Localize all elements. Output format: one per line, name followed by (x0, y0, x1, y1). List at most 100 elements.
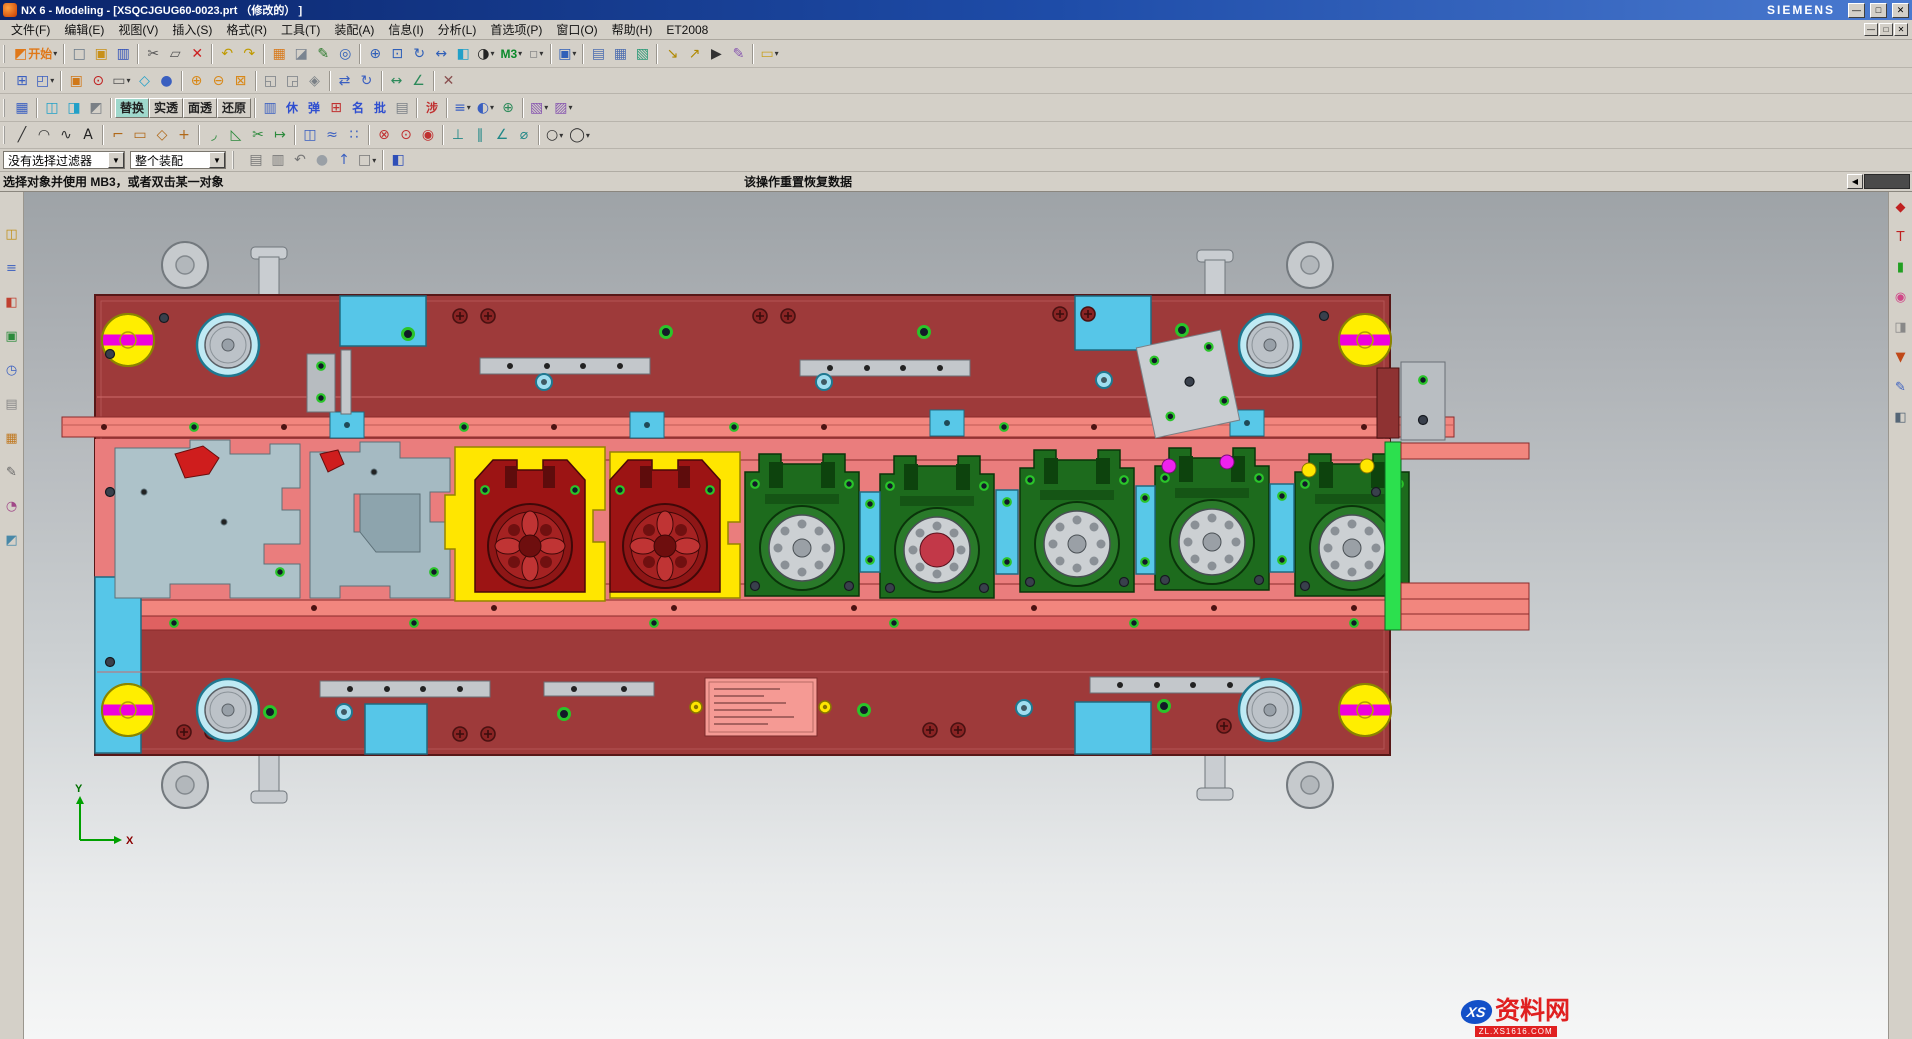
prompt-scroll-left-button[interactable]: ◀ (1847, 174, 1863, 189)
stock-guide-green[interactable] (1385, 442, 1401, 630)
maximize-button[interactable]: □ (1870, 3, 1887, 18)
zoom-icon[interactable]: ⊕ (364, 43, 386, 65)
leader-note-icon[interactable]: ↘ (661, 43, 683, 65)
window-group-icon[interactable]: ▨▾ (551, 97, 575, 119)
battery-icon[interactable]: ▮ (1891, 257, 1911, 277)
measure-angle-icon[interactable]: ∠ (408, 70, 430, 92)
deselect-all-icon[interactable]: ↶ (289, 149, 311, 171)
select-arrow-icon[interactable]: ▶ (705, 43, 727, 65)
mdi-close-button[interactable]: ✕ (1894, 23, 1908, 36)
solid-translucent-button[interactable]: 实透 (149, 98, 183, 118)
sheet-metal-strip[interactable] (115, 440, 450, 598)
replace-button[interactable]: 替换 (115, 98, 149, 118)
background-color-icon[interactable]: ▫▾ (525, 43, 547, 65)
midpoint-icon[interactable]: ◉ (417, 124, 439, 146)
delete-icon[interactable]: ✕ (186, 43, 208, 65)
dropdown-arrow-icon[interactable]: ▾ (490, 103, 494, 112)
highlight-ball-icon[interactable]: ● (311, 149, 333, 171)
face-display-icon[interactable]: ◫ (41, 97, 63, 119)
guide-bushing[interactable] (1239, 314, 1301, 376)
mdi-restore-button[interactable]: □ (1879, 23, 1893, 36)
dropdown-arrow-icon[interactable]: ▾ (518, 49, 522, 58)
datum-arrow-icon[interactable]: ↗ (683, 43, 705, 65)
parallel-constraint-icon[interactable]: ∥ (469, 124, 491, 146)
close-button[interactable]: ✕ (1892, 3, 1909, 18)
fillet-icon[interactable]: ◞ (203, 124, 225, 146)
prev-selection-icon[interactable]: ▥ (267, 149, 289, 171)
assembly-cube-icon[interactable]: ◧ (387, 149, 409, 171)
view-preset-button[interactable]: M3▾ (498, 43, 526, 65)
dropdown-arrow-icon[interactable]: ▾ (559, 131, 563, 140)
key-icon[interactable]: ◆ (1891, 197, 1911, 217)
move-object-icon[interactable]: ⇄ (334, 70, 356, 92)
reuse-library-icon[interactable]: ▣ (2, 326, 22, 346)
profile-icon[interactable]: ⌐ (107, 124, 129, 146)
dropdown-arrow-icon[interactable]: ▾ (53, 49, 57, 58)
display-mode-icon[interactable]: ◰▾ (33, 70, 57, 92)
angle-dimension-icon[interactable]: ∠ (491, 124, 513, 146)
beads-icon[interactable]: ◉ (1891, 287, 1911, 307)
dropdown-arrow-icon[interactable]: ▾ (539, 49, 543, 58)
menu-format[interactable]: 格式(R) (219, 19, 274, 40)
die-station-1[interactable] (475, 460, 585, 592)
history-icon[interactable]: ◷ (2, 360, 22, 380)
show-hide-icon[interactable]: ◐▾ (474, 97, 497, 119)
datum-plane-icon[interactable]: ◪ (290, 43, 312, 65)
fit-view-icon[interactable]: ⊡ (386, 43, 408, 65)
annotation-icon[interactable]: ▭▾ (757, 43, 781, 65)
studio-sphere-icon[interactable]: ● (156, 70, 178, 92)
toolbar-grip[interactable] (3, 99, 7, 117)
suppress-button[interactable]: 休 (281, 97, 303, 119)
dropdown-arrow-icon[interactable]: ▾ (372, 156, 376, 165)
roles-icon[interactable]: ◔ (2, 496, 22, 516)
polygon-icon[interactable]: ◇ (151, 124, 173, 146)
die-station-2[interactable] (610, 460, 720, 592)
orient-isometric-icon[interactable]: ◈ (304, 70, 326, 92)
flat-head-screw[interactable] (162, 242, 208, 288)
flat-head-screw[interactable] (1287, 242, 1333, 288)
format-painter-icon[interactable]: ✎ (727, 43, 749, 65)
die-station-3[interactable] (745, 454, 859, 596)
new-file-icon[interactable]: □ (68, 43, 90, 65)
point-on-curve-icon[interactable]: ⊙ (395, 124, 417, 146)
line-icon[interactable]: ╱ (11, 124, 33, 146)
flat-head-screw[interactable] (162, 762, 208, 808)
rectangle-style-icon[interactable]: ▭▾ (109, 70, 133, 92)
view-layout-icon[interactable]: ⊞ (11, 70, 33, 92)
arc-icon[interactable]: ◠ (33, 124, 55, 146)
flat-head-screw[interactable] (1287, 762, 1333, 808)
constraint-navigator-icon[interactable]: ≡ (2, 258, 22, 278)
pattern-curve-icon[interactable]: ∷ (343, 124, 365, 146)
sketch-point-icon[interactable]: + (173, 124, 195, 146)
guide-bushing[interactable] (197, 679, 259, 741)
dropdown-arrow-icon[interactable]: ▾ (126, 76, 130, 85)
lifter[interactable] (1339, 684, 1391, 736)
lifter[interactable] (102, 684, 154, 736)
command-finder-icon[interactable]: ◎ (334, 43, 356, 65)
dropdown-arrow-icon[interactable]: ▾ (544, 103, 548, 112)
dropdown-arrow-icon[interactable]: ▾ (586, 131, 590, 140)
mdi-minimize-button[interactable]: — (1864, 23, 1878, 36)
menu-tools[interactable]: 工具(T) (274, 19, 327, 40)
snap-grid-icon[interactable]: ▦ (268, 43, 290, 65)
name-button[interactable]: 名 (347, 97, 369, 119)
menu-edit[interactable]: 编辑(E) (57, 19, 111, 40)
lifter[interactable] (1339, 314, 1391, 366)
toolbar-grip[interactable] (3, 72, 7, 90)
orient-top-icon[interactable]: ◱ (260, 70, 282, 92)
strip-guide-rail-bottom[interactable] (95, 600, 1390, 630)
die-station-5[interactable] (1020, 450, 1134, 592)
columns-icon[interactable]: ▥ (259, 97, 281, 119)
sketch-icon[interactable]: ✎ (312, 43, 334, 65)
copy-icon[interactable]: ▱ (164, 43, 186, 65)
menu-information[interactable]: 信息(I) (381, 19, 430, 40)
spreadsheet-icon[interactable]: ▧ (631, 43, 653, 65)
circle-tool-icon[interactable]: ○▾ (543, 124, 566, 146)
combo-dropdown-icon[interactable]: ▼ (209, 152, 225, 168)
toolbar-grip[interactable] (3, 45, 7, 63)
rectangle-icon[interactable]: ▭ (129, 124, 151, 146)
toolbar-grip[interactable] (232, 151, 236, 169)
menu-file[interactable]: 文件(F) (4, 19, 57, 40)
layer-settings-icon[interactable]: ≡▾ (451, 97, 474, 119)
menu-help[interactable]: 帮助(H) (605, 19, 660, 40)
